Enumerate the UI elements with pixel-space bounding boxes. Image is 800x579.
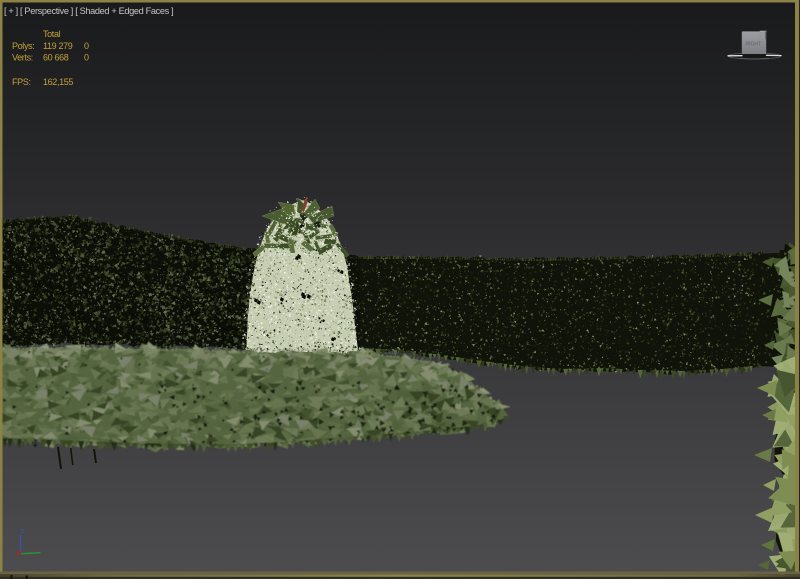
svg-text:119 279: 119 279 [43, 41, 73, 51]
svg-text:0: 0 [84, 53, 89, 63]
svg-text:Total: Total [43, 29, 61, 39]
svg-text:0: 0 [84, 41, 89, 51]
svg-text:FPS:: FPS: [12, 77, 31, 87]
svg-text:60 668: 60 668 [43, 53, 69, 63]
svg-text:Polys:: Polys: [12, 41, 34, 51]
svg-text:162,155: 162,155 [43, 77, 73, 87]
svg-text:Verts:: Verts: [12, 53, 33, 63]
svg-text:RIGHT: RIGHT [746, 41, 762, 47]
svg-text:[ + ] [ Perspective ] [ Shaded: [ + ] [ Perspective ] [ Shaded + Edged F… [4, 6, 173, 16]
svg-text:z: z [21, 528, 25, 535]
